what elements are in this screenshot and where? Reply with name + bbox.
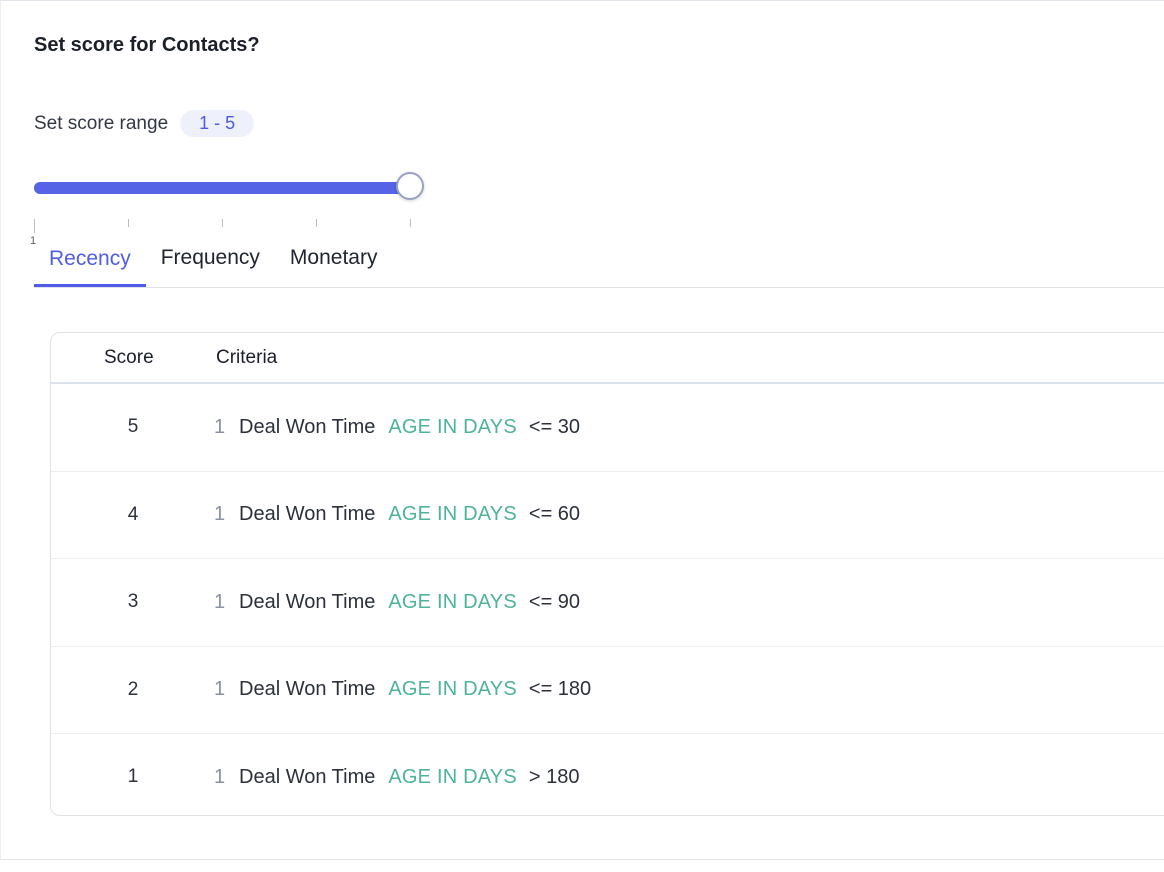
slider-tick: [316, 219, 317, 227]
score-range-badge: 1 - 5: [180, 110, 255, 137]
criteria-operator: AGE IN DAYS: [388, 678, 517, 701]
criteria-index: 1: [214, 678, 226, 701]
criteria-field: Deal Won Time: [239, 590, 376, 613]
table-header: Score Criteria: [51, 333, 1164, 384]
criteria-index: 1: [214, 415, 226, 438]
slider-tick: [410, 219, 411, 227]
score-cell: 4: [127, 503, 139, 525]
criteria-cell: 1 Deal Won Time AGE IN DAYS <= 90: [214, 559, 580, 646]
criteria-cell: 1 Deal Won Time AGE IN DAYS > 180: [214, 734, 580, 815]
table-row: 2 1 Deal Won Time AGE IN DAYS <= 180: [51, 647, 1164, 734]
table-row: 1 1 Deal Won Time AGE IN DAYS > 180: [51, 734, 1164, 815]
table-row: 5 1 Deal Won Time AGE IN DAYS <= 30: [51, 384, 1164, 472]
criteria-field: Deal Won Time: [239, 415, 376, 438]
score-range-row: Set score range 1 - 5: [34, 110, 255, 137]
criteria-cell: 1 Deal Won Time AGE IN DAYS <= 30: [214, 384, 580, 471]
criteria-value: <= 60: [528, 503, 581, 526]
tab-frequency[interactable]: Frequency: [146, 233, 275, 285]
score-cell: 3: [127, 591, 139, 613]
criteria-value: <= 30: [528, 415, 581, 438]
score-cell: 1: [127, 766, 139, 788]
table-body: 5 1 Deal Won Time AGE IN DAYS <= 30 4 1 Deal Wo…: [51, 384, 1164, 815]
tab-monetary[interactable]: Monetary: [275, 233, 393, 285]
slider-fill: [34, 182, 410, 194]
criteria-field: Deal Won Time: [239, 765, 376, 788]
scoring-card: Set score for Contacts? Set score range …: [0, 0, 1164, 860]
criteria-cell: 1 Deal Won Time AGE IN DAYS <= 180: [214, 647, 591, 734]
criteria-field: Deal Won Time: [239, 678, 376, 701]
criteria-operator: AGE IN DAYS: [388, 765, 517, 788]
slider-ticks: [34, 219, 414, 233]
criteria-value: <= 180: [528, 678, 592, 701]
score-cell: 5: [127, 416, 139, 438]
column-header-score: Score: [104, 347, 154, 368]
table-row: 4 1 Deal Won Time AGE IN DAYS <= 60: [51, 472, 1164, 559]
column-header-criteria: Criteria: [216, 347, 278, 368]
criteria-index: 1: [214, 590, 226, 613]
criteria-operator: AGE IN DAYS: [388, 415, 517, 438]
score-range-label: Set score range: [34, 112, 169, 134]
table-row: 3 1 Deal Won Time AGE IN DAYS <= 90: [51, 559, 1164, 647]
score-cell: 2: [127, 678, 139, 700]
criteria-value: > 180: [528, 765, 580, 788]
page-title: Set score for Contacts?: [34, 34, 260, 56]
criteria-operator: AGE IN DAYS: [388, 590, 517, 613]
slider-tick: [128, 219, 129, 227]
criteria-index: 1: [214, 503, 226, 526]
score-range-slider[interactable]: [34, 171, 426, 205]
slider-track[interactable]: [34, 182, 410, 194]
criteria-value: <= 90: [528, 590, 581, 613]
criteria-field: Deal Won Time: [239, 503, 376, 526]
tab-bar: Recency Frequency Monetary: [34, 233, 1164, 288]
criteria-index: 1: [214, 765, 226, 788]
slider-tick: [222, 219, 223, 227]
criteria-cell: 1 Deal Won Time AGE IN DAYS <= 60: [214, 472, 580, 559]
criteria-operator: AGE IN DAYS: [388, 503, 517, 526]
slider-tick: [34, 219, 35, 233]
criteria-table: Score Criteria 5 1 Deal Won Time AGE IN DAY…: [50, 332, 1164, 816]
tab-recency[interactable]: Recency: [34, 233, 146, 287]
slider-thumb[interactable]: [396, 172, 424, 200]
